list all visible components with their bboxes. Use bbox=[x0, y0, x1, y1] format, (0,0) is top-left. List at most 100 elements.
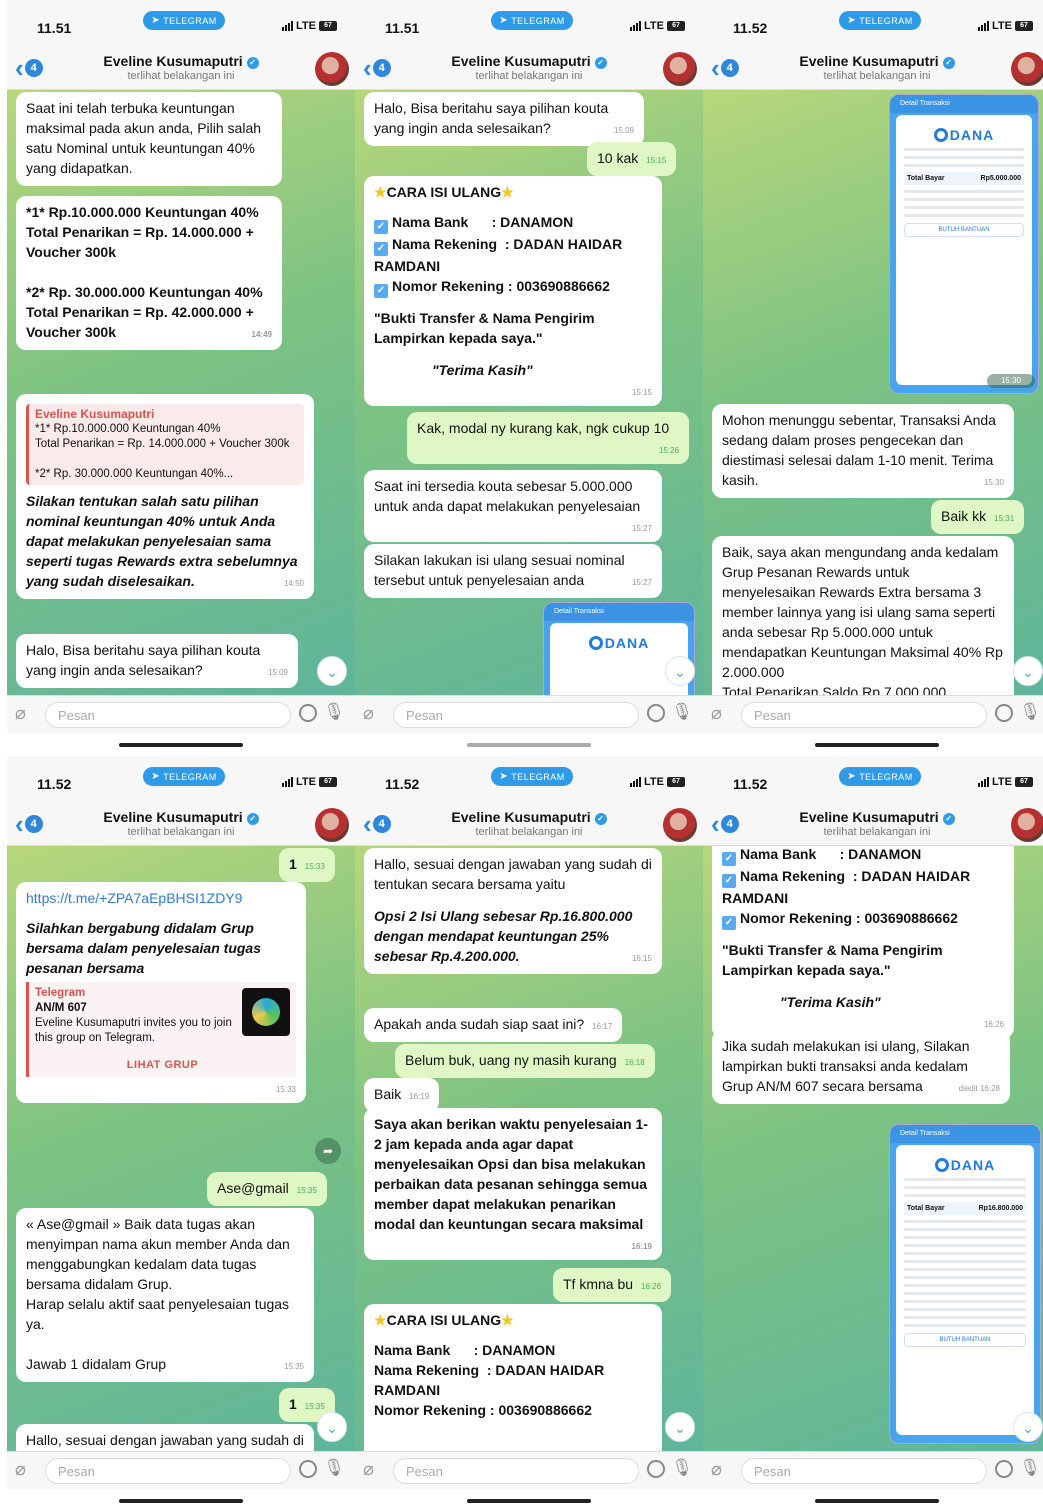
signal-indicator: LTE 67 bbox=[978, 776, 1033, 788]
battery-icon: 67 bbox=[1015, 21, 1033, 31]
signal-bars-icon bbox=[282, 777, 294, 787]
contact-info[interactable]: Eveline Kusumaputri ✓ terlihat belakangan… bbox=[395, 53, 663, 82]
detail-line bbox=[904, 190, 1024, 193]
screenshot-card: DANA Total Bayar Rp16.800.000 BUTUH BANTUAN bbox=[896, 1145, 1034, 1435]
sticker-icon[interactable] bbox=[299, 704, 317, 722]
sticker-icon[interactable] bbox=[995, 704, 1013, 722]
microphone-icon[interactable]: 🎙︎ bbox=[1019, 702, 1041, 722]
scroll-down-button[interactable]: ⌄ bbox=[1013, 1412, 1043, 1442]
attach-icon[interactable]: ⌀ bbox=[363, 1459, 374, 1480]
chat-screenshot-1: 11.51 ➤ TELEGRAM LTE 67 ‹ 4 Eveline Kusumaputri… bbox=[7, 0, 355, 755]
help-button[interactable]: BUTUH BANTUAN bbox=[904, 1333, 1026, 1347]
message-text: Mohon menunggu sebentar, Transaksi Anda … bbox=[722, 412, 1000, 488]
total-value: Rp5.000.000 bbox=[980, 175, 1021, 182]
invite-link[interactable]: https://t.me/+ZPA7aEpBHSI1ZDY9 bbox=[26, 888, 296, 908]
chat-area: 1 15:33 https://t.me/+ZPA7aEpBHSI1ZDY9 Sila… bbox=[7, 846, 355, 1451]
contact-info[interactable]: Eveline Kusumaputri ✓ terlihat belakangan… bbox=[743, 53, 1011, 82]
contact-avatar[interactable] bbox=[315, 52, 349, 86]
telegram-return-pill[interactable]: ➤ TELEGRAM bbox=[143, 767, 225, 786]
message-timestamp: 15:30 bbox=[983, 478, 1004, 487]
sticker-icon[interactable] bbox=[647, 704, 665, 722]
microphone-icon[interactable]: 🎙︎ bbox=[323, 1458, 345, 1478]
message-timestamp: 15:09 bbox=[267, 668, 288, 677]
sticker-icon[interactable] bbox=[299, 1460, 317, 1478]
help-button[interactable]: BUTUH BANTUAN bbox=[904, 223, 1024, 237]
contact-info[interactable]: Eveline Kusumaputri ✓ terlihat belakangan… bbox=[47, 809, 315, 838]
message-input[interactable]: Pesan bbox=[393, 1458, 639, 1484]
contact-avatar[interactable] bbox=[1011, 52, 1043, 86]
telegram-return-pill[interactable]: ➤ TELEGRAM bbox=[839, 767, 921, 786]
message-timestamp: 15:35 bbox=[296, 1186, 317, 1195]
message-text: Tf kmna bu bbox=[563, 1276, 634, 1292]
recharge-title-text: CARA ISI ULANG bbox=[386, 184, 502, 200]
contact-avatar[interactable] bbox=[663, 52, 697, 86]
back-button[interactable]: ‹ 4 bbox=[15, 55, 43, 81]
contact-avatar[interactable] bbox=[663, 808, 697, 842]
scroll-down-button[interactable]: ⌄ bbox=[317, 1412, 347, 1442]
message-input[interactable]: Pesan bbox=[741, 702, 987, 728]
attach-icon[interactable]: ⌀ bbox=[363, 703, 374, 724]
signal-bars-icon bbox=[630, 21, 642, 31]
microphone-icon[interactable]: 🎙︎ bbox=[671, 702, 693, 722]
signal-indicator: LTE 67 bbox=[978, 20, 1033, 32]
scroll-down-button[interactable]: ⌄ bbox=[317, 656, 347, 686]
telegram-return-pill[interactable]: ➤ TELEGRAM bbox=[491, 767, 573, 786]
contact-info[interactable]: Eveline Kusumaputri ✓ terlihat belakangan… bbox=[47, 53, 315, 82]
verified-icon: ✓ bbox=[594, 813, 607, 825]
microphone-icon[interactable]: 🎙︎ bbox=[671, 1458, 693, 1478]
microphone-icon[interactable]: 🎙︎ bbox=[323, 702, 345, 722]
scroll-down-button[interactable]: ⌄ bbox=[665, 1412, 695, 1442]
view-group-button[interactable]: LIHAT GRUP bbox=[35, 1058, 290, 1073]
back-button[interactable]: ‹ 4 bbox=[711, 55, 739, 81]
network-label: LTE bbox=[992, 20, 1012, 32]
attach-icon[interactable]: ⌀ bbox=[15, 1459, 26, 1480]
transaction-screenshot[interactable]: Detail Transaksi DANA Total Bayar Rp5.000.0… bbox=[889, 94, 1039, 394]
back-button[interactable]: ‹ 4 bbox=[15, 811, 43, 837]
battery-icon: 67 bbox=[319, 21, 337, 31]
telegram-return-pill[interactable]: ➤ TELEGRAM bbox=[143, 11, 225, 30]
message-input[interactable]: Pesan bbox=[45, 702, 291, 728]
signal-bars-icon bbox=[282, 21, 294, 31]
contact-avatar[interactable] bbox=[315, 808, 349, 842]
telegram-pill-label: TELEGRAM bbox=[859, 771, 913, 782]
unread-count-badge: 4 bbox=[720, 59, 739, 77]
attach-icon[interactable]: ⌀ bbox=[711, 703, 722, 724]
share-icon[interactable]: ➦ bbox=[315, 1138, 341, 1164]
message-timestamp: 15:27 bbox=[631, 578, 652, 587]
message-input[interactable]: Pesan bbox=[741, 1458, 987, 1484]
sticker-icon[interactable] bbox=[647, 1460, 665, 1478]
incoming-message: Halo, Bisa beritahu saya pilihan kouta y… bbox=[16, 634, 298, 688]
attach-icon[interactable]: ⌀ bbox=[15, 703, 26, 724]
telegram-return-pill[interactable]: ➤ TELEGRAM bbox=[839, 11, 921, 30]
message-composer: ⌀ Pesan 🎙︎ bbox=[7, 1451, 355, 1489]
telegram-return-pill[interactable]: ➤ TELEGRAM bbox=[491, 11, 573, 30]
message-input[interactable]: Pesan bbox=[45, 1458, 291, 1484]
total-label: Total Bayar bbox=[907, 175, 945, 182]
chevron-left-icon: ‹ bbox=[15, 53, 24, 83]
sticker-icon[interactable] bbox=[995, 1460, 1013, 1478]
group-invite-preview[interactable]: Telegram AN/M 607 Eveline Kusumaputri invi… bbox=[26, 982, 296, 1077]
contact-info[interactable]: Eveline Kusumaputri ✓ terlihat belakangan… bbox=[395, 809, 663, 838]
back-button[interactable]: ‹ 4 bbox=[363, 55, 391, 81]
telegram-plane-icon: ➤ bbox=[847, 771, 857, 782]
microphone-icon[interactable]: 🎙︎ bbox=[1019, 1458, 1041, 1478]
recharge-title-text: CARA ISI ULANG bbox=[386, 1312, 502, 1328]
transaction-screenshot[interactable]: Detail Transaksi DANA Total Bayar Rp16.800.… bbox=[889, 1124, 1041, 1444]
scroll-down-button[interactable]: ⌄ bbox=[665, 656, 695, 686]
signal-bars-icon bbox=[630, 777, 642, 787]
chevron-left-icon: ‹ bbox=[711, 809, 720, 839]
outgoing-message: Ase@gmail 15:35 bbox=[207, 1172, 327, 1206]
message-text: 10 kak bbox=[597, 150, 639, 166]
outgoing-message: 10 kak 15:15 bbox=[587, 142, 677, 176]
message-composer: ⌀ Pesan 🎙︎ bbox=[703, 1451, 1043, 1489]
scroll-down-button[interactable]: ⌄ bbox=[1013, 656, 1043, 686]
back-button[interactable]: ‹ 4 bbox=[363, 811, 391, 837]
detail-line bbox=[904, 1236, 1026, 1239]
contact-info[interactable]: Eveline Kusumaputri ✓ terlihat belakangan… bbox=[743, 809, 1011, 838]
message-text: Halo, Bisa beritahu saya pilihan kouta y… bbox=[26, 642, 265, 678]
contact-avatar[interactable] bbox=[1011, 808, 1043, 842]
message-timestamp: 16:19 bbox=[409, 1092, 430, 1101]
message-input[interactable]: Pesan bbox=[393, 702, 639, 728]
attach-icon[interactable]: ⌀ bbox=[711, 1459, 722, 1480]
back-button[interactable]: ‹ 4 bbox=[711, 811, 739, 837]
